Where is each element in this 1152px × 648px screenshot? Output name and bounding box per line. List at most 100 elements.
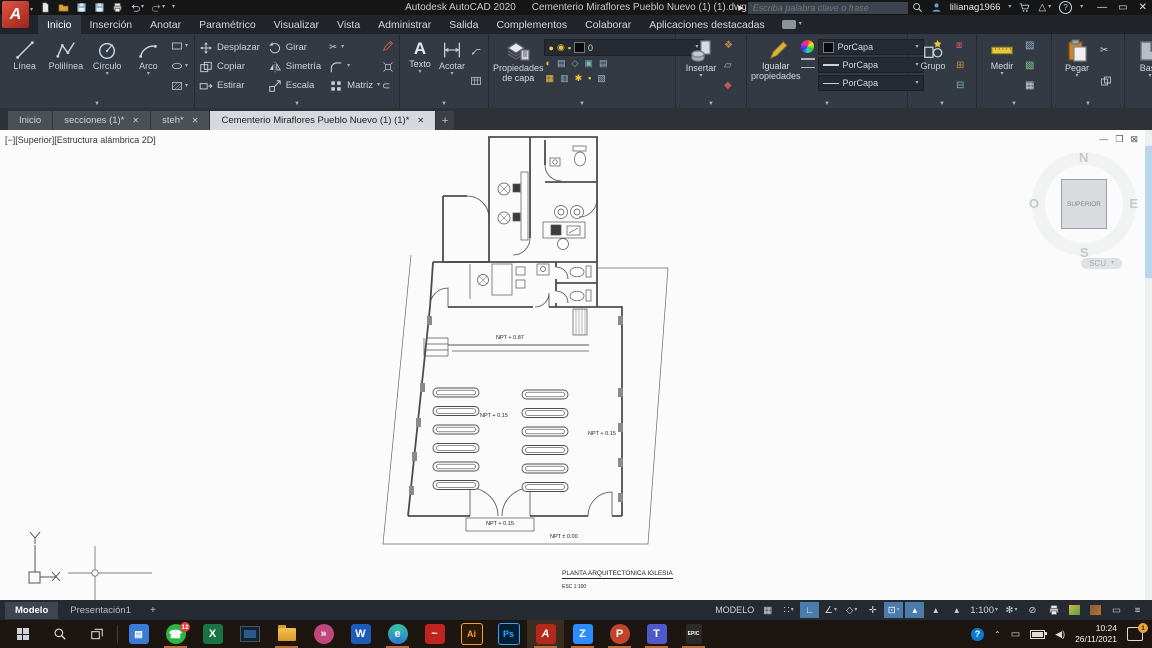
ribbon-display-toggle[interactable]: ▾ xyxy=(774,15,810,34)
view-cube[interactable]: N O E S SUPERIOR xyxy=(1029,150,1138,260)
new-drawing-tab-button[interactable]: + xyxy=(436,111,455,130)
stretch-button[interactable]: Estirar xyxy=(199,79,260,93)
paste-button[interactable]: Pegar ▾ xyxy=(1056,36,1098,79)
linetype-icon[interactable] xyxy=(800,67,815,68)
layer-tool-icon[interactable]: ▥ xyxy=(560,74,569,83)
app-menu-caret-icon[interactable]: ▾ xyxy=(30,6,33,13)
viewport-close-icon[interactable]: ⊠ xyxy=(1130,134,1138,145)
search-input[interactable] xyxy=(747,1,908,14)
taskbar-search-button[interactable] xyxy=(41,620,78,648)
panel-portapapeles-expander[interactable]: ▼ xyxy=(1052,99,1124,108)
panel-modificar-expander[interactable]: ▼ xyxy=(195,99,399,108)
plot-button[interactable] xyxy=(112,2,123,13)
trim-button[interactable]: ✂ ▾ xyxy=(329,42,380,53)
whatsapp-button[interactable]: ☎ 12 xyxy=(157,620,194,648)
microsoft-store-button[interactable]: ▤ xyxy=(120,620,157,648)
qat-customize-caret-icon[interactable]: ▾ xyxy=(172,4,175,10)
annotation-scale-button[interactable]: ▴ xyxy=(947,602,966,618)
model-layout-tab[interactable]: Modelo xyxy=(5,601,59,619)
clip-button[interactable]: ⊂ xyxy=(382,81,394,92)
file-explorer-button[interactable] xyxy=(268,620,305,648)
viewport-restore-icon[interactable]: ❒ xyxy=(1115,134,1123,145)
object-snap-tracking-toggle[interactable]: ✛ xyxy=(863,602,882,618)
edge-button[interactable]: e xyxy=(379,620,416,648)
explode-button[interactable] xyxy=(382,61,394,73)
tray-expand-button[interactable]: ⌃ xyxy=(994,630,1001,639)
powerpoint-button[interactable]: P xyxy=(601,620,638,648)
calculator-icon[interactable]: ▦ xyxy=(1025,81,1034,91)
new-layout-button[interactable]: + xyxy=(143,605,163,616)
restore-button[interactable]: ▭ xyxy=(1118,2,1127,13)
grid-toggle[interactable]: ▦ xyxy=(758,602,777,618)
teams-button[interactable]: T xyxy=(638,620,675,648)
minimize-button[interactable]: — xyxy=(1097,2,1107,13)
battery-icon[interactable] xyxy=(1030,629,1048,639)
panel-bloque-expander[interactable]: ▼ xyxy=(676,99,746,108)
panel-utilidades-expander[interactable]: ▼ xyxy=(977,99,1051,108)
photoshop-button[interactable]: Ps xyxy=(490,620,527,648)
illustrator-button[interactable]: Ai xyxy=(453,620,490,648)
layer-tool-icon[interactable]: ▤ xyxy=(557,59,566,68)
group-button[interactable]: Grupo xyxy=(912,36,954,71)
account-caret-icon[interactable]: ▾ xyxy=(1008,4,1011,10)
tab-aplicaciones-destacadas[interactable]: Aplicaciones destacadas xyxy=(640,15,774,34)
tab-anotar[interactable]: Anotar xyxy=(141,15,190,34)
this-pc-button[interactable] xyxy=(231,620,268,648)
move-button[interactable]: Desplazar xyxy=(199,41,260,55)
help-tray-button[interactable]: ? xyxy=(971,627,984,641)
tab-administrar[interactable]: Administrar xyxy=(369,15,440,34)
dimension-button[interactable]: Acotar ▾ xyxy=(436,36,468,77)
measure-button[interactable]: Medir ▾ xyxy=(981,36,1023,77)
presentation1-layout-tab[interactable]: Presentación1 xyxy=(60,602,141,619)
tab-insercion[interactable]: Inserción xyxy=(81,15,142,34)
autocad-app-logo[interactable]: A xyxy=(2,1,29,28)
quick-calc-icon[interactable]: ▩ xyxy=(1025,61,1034,71)
tab-parametrico[interactable]: Paramétrico xyxy=(190,15,265,34)
scrollbar-thumb[interactable] xyxy=(1145,146,1152,278)
array-button[interactable]: Matriz ▾ xyxy=(329,79,380,93)
rotate-button[interactable]: Girar xyxy=(268,41,321,55)
model-space-button[interactable]: MODELO xyxy=(713,602,756,618)
base-button[interactable]: Base▾ xyxy=(1129,36,1152,79)
viewcube-north[interactable]: N xyxy=(1079,150,1088,165)
viewport-controls-label[interactable]: [−][Superior][Estructura alámbrica 2D] xyxy=(5,135,156,145)
isometric-toggle[interactable]: ◇ ▾ xyxy=(842,602,861,618)
viewcube-top-face[interactable]: SUPERIOR xyxy=(1061,179,1107,229)
quick-assist-button[interactable]: » xyxy=(305,620,342,648)
panel-dibujo-expander[interactable]: ▼ xyxy=(0,99,194,108)
new-file-button[interactable] xyxy=(40,2,51,13)
color-wheel-icon[interactable] xyxy=(801,40,815,53)
fillet-button[interactable]: ▾ xyxy=(329,60,380,74)
customization-menu-button[interactable]: ≡ xyxy=(1128,602,1147,618)
taskbar-clock[interactable]: 10:24 26/11/2021 xyxy=(1075,623,1117,645)
group-select-icon[interactable]: ⊟ xyxy=(956,81,964,91)
panel-base-expander[interactable]: ▼ xyxy=(1125,99,1152,108)
help-caret-icon[interactable]: ▾ xyxy=(1080,4,1083,10)
annotation-visibility-toggle[interactable]: ▴ xyxy=(905,602,925,618)
viewcube-east[interactable]: E xyxy=(1129,196,1138,211)
tab-vista[interactable]: Vista xyxy=(328,15,369,34)
block-attributes-icon[interactable]: ◆ xyxy=(724,81,733,91)
canvas-scrollbar[interactable] xyxy=(1145,130,1152,600)
trimble-button[interactable]: ~ xyxy=(416,620,453,648)
rectangle-button[interactable]: ▾ xyxy=(171,40,188,52)
ucs-selector[interactable]: SCU ▾ xyxy=(1081,258,1122,269)
hatch-button[interactable]: ▾ xyxy=(171,80,188,92)
task-view-button[interactable] xyxy=(78,620,115,648)
close-tab-icon[interactable]: ✕ xyxy=(132,116,139,125)
close-tab-icon[interactable]: ✕ xyxy=(417,116,424,125)
copy-button[interactable]: Copiar xyxy=(199,60,260,74)
epic-games-button[interactable]: EPIC xyxy=(675,620,712,648)
panel-grupo-expander[interactable]: ▼ xyxy=(908,99,976,108)
circle-button[interactable]: Círculo ▾ xyxy=(87,36,128,77)
excel-button[interactable]: X xyxy=(194,620,231,648)
table-button[interactable] xyxy=(470,75,482,87)
polyline-button[interactable]: Polilínea xyxy=(45,36,86,71)
scale-selector[interactable]: 1:100 ▾ xyxy=(968,602,1000,618)
ungroup-icon[interactable]: ⧆ xyxy=(956,41,964,51)
edit-block-icon[interactable]: ▱ xyxy=(724,61,733,71)
tab-salida[interactable]: Salida xyxy=(440,15,487,34)
hardware-acceleration-button[interactable] xyxy=(1086,602,1105,618)
group-edit-icon[interactable]: ⊞ xyxy=(956,61,964,71)
layer-tool-icon[interactable]: ▪ xyxy=(588,74,591,83)
